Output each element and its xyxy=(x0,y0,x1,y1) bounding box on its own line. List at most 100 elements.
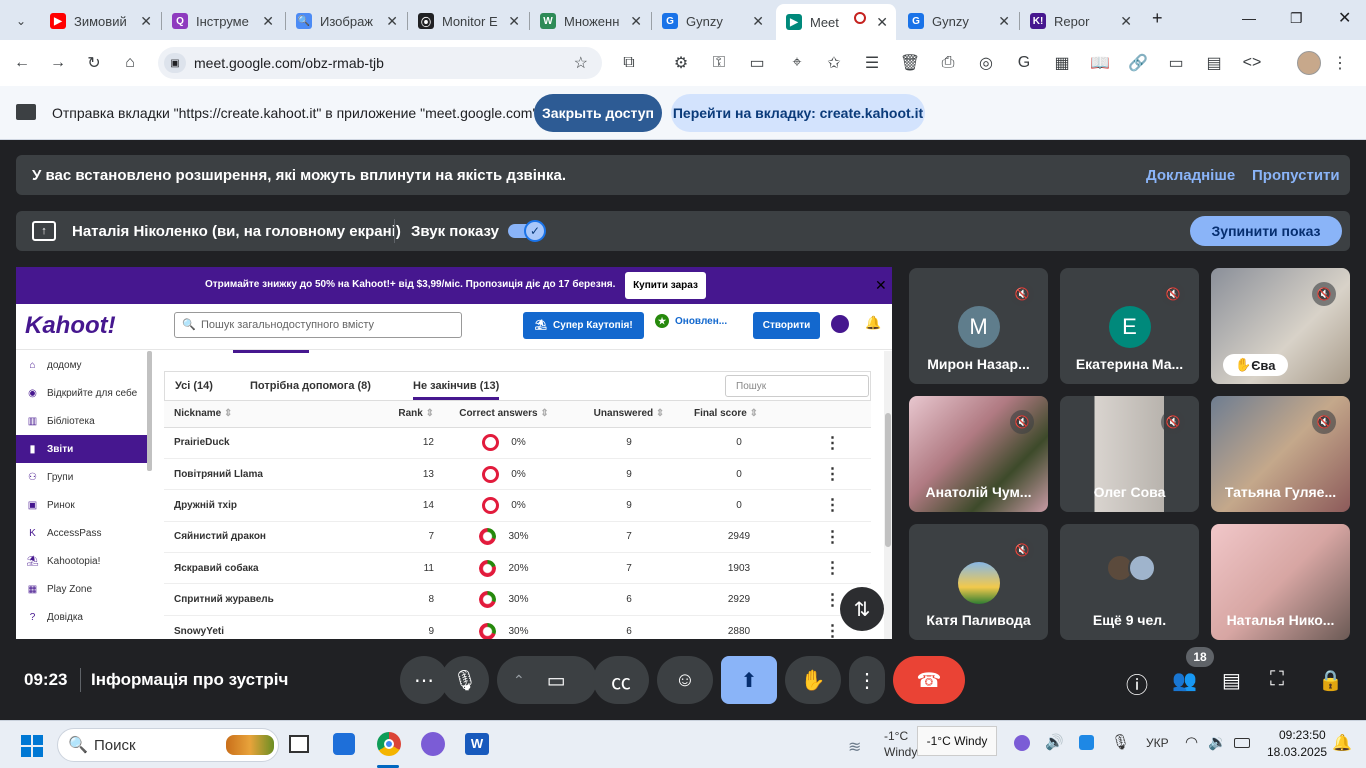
table-row[interactable]: Повітряний Llama 13 0% 9 0 ⋮ xyxy=(164,458,871,491)
back-icon[interactable]: ← xyxy=(11,52,33,74)
book-icon[interactable]: 📖 xyxy=(1089,52,1111,74)
skip-link[interactable]: Пропустити xyxy=(1252,167,1340,184)
participant-tile[interactable]: Ещё 9 чел. xyxy=(1060,524,1199,640)
col-rank[interactable]: Rank ⇕ xyxy=(304,401,434,428)
key-icon[interactable]: ⚿ xyxy=(708,52,730,74)
close-tab-icon[interactable]: ✕ xyxy=(876,14,888,31)
tab-search-icon[interactable]: ⌄ xyxy=(10,10,32,32)
present-icon[interactable]: ⬆ xyxy=(721,656,777,704)
sidebar-item[interactable]: ▦ Play Zone xyxy=(16,575,147,603)
row-menu-icon[interactable]: ⋮ xyxy=(794,521,871,554)
battery-icon[interactable] xyxy=(1234,738,1250,748)
create-button[interactable]: Створити xyxy=(753,312,820,339)
table-icon[interactable]: ▤ xyxy=(1203,52,1225,74)
row-menu-icon[interactable]: ⋮ xyxy=(794,552,871,585)
close-tab-icon[interactable]: ✕ xyxy=(630,13,642,30)
task-view-icon[interactable] xyxy=(289,735,309,753)
col-final-score[interactable]: Final score ⇕ xyxy=(684,401,794,428)
speaker-icon[interactable]: 🔉 xyxy=(1208,733,1227,751)
browser-tab[interactable]: ▶ Meet ✕ xyxy=(776,4,896,40)
raise-hand-icon[interactable]: ✋ xyxy=(785,656,841,704)
row-menu-icon[interactable]: ⋮ xyxy=(794,489,871,522)
print-icon[interactable]: ⎙ xyxy=(937,52,959,74)
reader-icon[interactable]: ☰ xyxy=(861,52,883,74)
sidebar-scrollbar[interactable] xyxy=(147,351,152,471)
forward-icon[interactable]: → xyxy=(47,52,69,74)
sidebar-item[interactable]: ? Довідка xyxy=(16,603,147,631)
go-to-tab-button[interactable]: Перейти на вкладку: create.kahoot.it xyxy=(671,94,925,132)
table-row[interactable]: PrairieDuck 12 0% 9 0 ⋮ xyxy=(164,427,871,459)
qr-icon[interactable]: ▦ xyxy=(1051,52,1073,74)
sidebar-item[interactable]: ◉ Відкрийте для себе xyxy=(16,379,147,407)
chevron-up-icon[interactable]: ⌃ xyxy=(513,672,525,689)
browser-tab[interactable]: K! Repor ✕ xyxy=(1020,6,1140,36)
browser-tab[interactable]: G Gynzy ✕ xyxy=(898,6,1018,36)
kahoot-search-input[interactable]: 🔍 Пошук загальнодоступного вмісту xyxy=(174,312,462,338)
sidebar-item[interactable]: ▮ Звіти xyxy=(16,435,147,463)
col-unanswered[interactable]: Unanswered ⇕ xyxy=(574,401,684,428)
viber-icon[interactable] xyxy=(421,732,445,756)
restore-icon[interactable]: ❐ xyxy=(1290,10,1303,27)
bell-icon[interactable]: 🔔 xyxy=(865,315,881,331)
sidebar-item[interactable]: ▥ Бібліотека xyxy=(16,407,147,435)
trash-icon[interactable]: 🗑 xyxy=(899,52,921,74)
camera-control[interactable]: ⌃ ▭ xyxy=(497,656,597,704)
row-menu-icon[interactable]: ⋮ xyxy=(794,427,871,459)
end-call-icon[interactable]: ☎ xyxy=(893,656,965,704)
table-search-input[interactable]: Пошук xyxy=(725,375,869,397)
screenshot-icon[interactable]: ◎ xyxy=(975,52,997,74)
browser-tab[interactable]: W Множенн ✕ xyxy=(530,6,650,36)
participant-tile[interactable]: 🔇 ✋ Єва xyxy=(1211,268,1350,384)
windows-start-icon[interactable] xyxy=(21,735,43,757)
close-tab-icon[interactable]: ✕ xyxy=(752,13,764,30)
participant-tile[interactable]: 🔇 Анатолій Чум... xyxy=(909,396,1048,512)
host-controls-icon[interactable]: 🔒 xyxy=(1318,668,1343,693)
table-row[interactable]: Яскравий собака 11 20% 7 1903 ⋮ xyxy=(164,552,871,585)
address-bar[interactable]: ▣ meet.google.com/obz-rmab-tjb ☆ xyxy=(158,47,602,79)
buy-now-button[interactable]: Купити зараз xyxy=(625,272,706,299)
browser-tab[interactable]: Q Інструме ✕ xyxy=(162,6,282,36)
participant-tile[interactable]: 🔇 Татьяна Гуляе... xyxy=(1211,396,1350,512)
new-tab-icon[interactable]: + xyxy=(1152,8,1163,29)
share-audio-toggle[interactable]: ✓ xyxy=(508,220,546,242)
word-icon[interactable]: W xyxy=(465,733,489,755)
close-tab-icon[interactable]: ✕ xyxy=(508,13,520,30)
close-promo-icon[interactable]: ✕ xyxy=(875,277,887,294)
location-icon[interactable]: ⌖ xyxy=(786,52,808,74)
devices-icon[interactable]: ▭ xyxy=(1165,52,1187,74)
activities-icon[interactable]: ⛶ xyxy=(1270,668,1284,691)
star-list-icon[interactable]: ✩ xyxy=(823,52,845,74)
minimize-icon[interactable]: — xyxy=(1242,10,1256,26)
sidebar-item[interactable]: ⛱ Kahootopia! xyxy=(16,547,147,575)
tab-all[interactable]: Усі (14) xyxy=(175,380,213,392)
close-tab-icon[interactable]: ✕ xyxy=(262,13,274,30)
emoji-icon[interactable]: ☺ xyxy=(657,656,713,704)
table-row[interactable]: SnowyYeti 9 30% 6 2880 ⋮ xyxy=(164,615,871,639)
mic-tray-icon[interactable]: 🎙 xyxy=(1111,733,1130,751)
table-row[interactable]: Спритний журавель 8 30% 6 2929 ⋮ xyxy=(164,583,871,616)
updated-button[interactable]: ★ Оновлен... xyxy=(655,314,727,328)
table-row[interactable]: Сяйнистий дракон 7 30% 7 2949 ⋮ xyxy=(164,521,871,554)
super-kahootopia-button[interactable]: ⛱ Супер Каутопія! xyxy=(523,312,644,339)
more-vert-icon[interactable]: ⋮ xyxy=(849,656,885,704)
people-icon[interactable]: 👥 xyxy=(1172,668,1197,693)
weather-widget[interactable]: ≋ -1°C Windy xyxy=(848,729,918,763)
reload-icon[interactable]: ↻ xyxy=(83,52,105,74)
participant-tile[interactable]: M 🔇 Мирон Назар... xyxy=(909,268,1048,384)
sidebar-item[interactable]: ⚇ Групи xyxy=(16,463,147,491)
translate-icon[interactable]: G xyxy=(1013,52,1035,74)
clock-date[interactable]: 18.03.2025 xyxy=(1267,745,1327,759)
language-indicator[interactable]: УКР xyxy=(1146,736,1169,750)
chat-icon[interactable]: ▤ xyxy=(1222,668,1241,693)
bookmark-star-icon[interactable]: ☆ xyxy=(574,53,588,73)
info-icon[interactable]: ⓘ xyxy=(1126,668,1148,700)
sidebar-item[interactable]: ⌂ додому xyxy=(16,351,147,379)
swap-position-icon[interactable]: ⇅ xyxy=(840,587,884,631)
participant-tile[interactable]: Наталья Нико... xyxy=(1211,524,1350,640)
camera-icon[interactable]: ▭ xyxy=(547,668,566,693)
wifi-icon[interactable]: ◠ xyxy=(1185,733,1198,751)
tab-needs-help[interactable]: Потрібна допомога (8) xyxy=(250,380,371,392)
close-tab-icon[interactable]: ✕ xyxy=(140,13,152,30)
table-row[interactable]: Дружній тхір 14 0% 9 0 ⋮ xyxy=(164,489,871,522)
participant-tile[interactable]: 🔇 Катя Паливода xyxy=(909,524,1048,640)
